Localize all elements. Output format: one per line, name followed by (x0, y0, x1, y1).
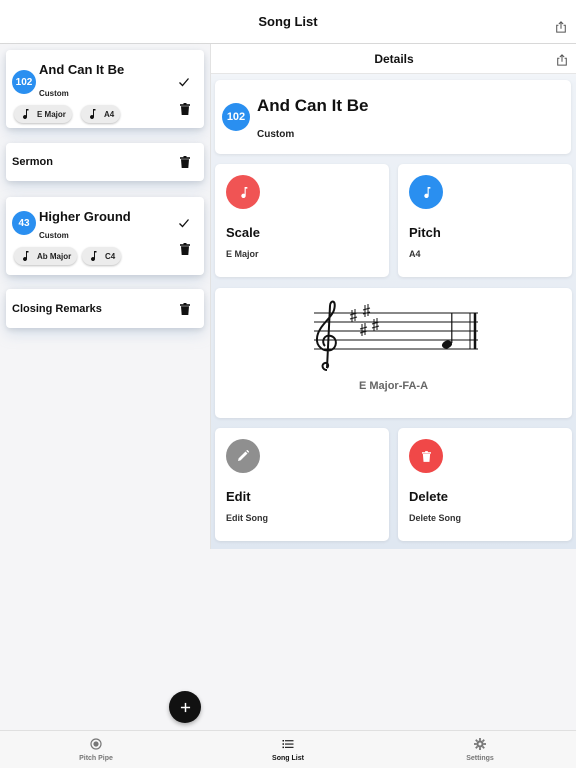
add-song-button[interactable] (169, 691, 201, 723)
music-note-icon (91, 251, 97, 261)
delete-tile[interactable]: Delete Delete Song (398, 428, 572, 541)
scale-chip[interactable]: E Major (14, 105, 72, 123)
song-title: Higher Ground (39, 209, 131, 224)
music-staff-panel: E Major-FA-A (215, 288, 572, 418)
delete-song-icon[interactable] (180, 103, 190, 115)
pitch-chip[interactable]: C4 (82, 247, 122, 265)
music-staff (314, 300, 478, 371)
music-note-icon (23, 109, 29, 119)
delete-song-icon[interactable] (180, 156, 190, 168)
scale-value: E Major (226, 249, 259, 259)
music-note-icon (23, 251, 29, 261)
tab-pitch-pipe[interactable]: Pitch Pipe (46, 731, 146, 768)
record-icon (90, 738, 102, 750)
share-button[interactable] (554, 20, 568, 34)
pitch-tile[interactable]: Pitch A4 (398, 164, 572, 277)
delete-sub: Delete Song (409, 513, 462, 523)
tab-bar: Pitch Pipe Song List Settings (0, 730, 576, 768)
scale-label: Scale (226, 225, 260, 240)
music-note-icon (240, 186, 247, 198)
share-icon (557, 54, 567, 66)
pitch-value: A4 (409, 249, 421, 259)
top-navigation-bar: Song List (0, 0, 576, 44)
scale-chip[interactable]: Ab Major (14, 247, 78, 265)
chip-label: A4 (104, 109, 115, 119)
details-share-button[interactable] (555, 53, 569, 67)
delete-label: Delete (409, 489, 449, 504)
details-title: Details (374, 51, 414, 66)
delete-song-icon[interactable] (180, 243, 190, 255)
song-type: Custom (39, 89, 69, 98)
song-summary-panel: 102 And Can It Be Custom (215, 80, 571, 154)
edit-icon-circle (226, 439, 260, 473)
pitch-icon-circle (409, 175, 443, 209)
tab-settings[interactable]: Settings (430, 731, 530, 768)
page-title: Song List (258, 14, 318, 29)
edit-tile[interactable]: Edit Edit Song (215, 428, 389, 541)
delete-song-icon[interactable] (180, 303, 190, 315)
checkmark-icon[interactable] (178, 76, 190, 88)
staff-caption: E Major-FA-A (358, 380, 429, 392)
details-header: Details (211, 44, 576, 74)
gear-icon (474, 738, 486, 750)
edit-sub: Edit Song (226, 513, 268, 523)
share-icon (556, 21, 566, 33)
tab-label: Settings (466, 755, 494, 762)
chip-label: E Major (37, 109, 66, 119)
delete-icon-circle (409, 439, 443, 473)
chip-label: C4 (105, 251, 116, 261)
pencil-icon (238, 450, 249, 461)
song-title: Closing Remarks (12, 303, 102, 315)
song-number-badge: 102 (222, 103, 250, 131)
song-title: Sermon (12, 156, 53, 168)
tab-label: Song List (272, 755, 304, 762)
song-title: And Can It Be (39, 62, 125, 77)
pitch-chip[interactable]: A4 (81, 105, 121, 123)
chip-label: Ab Major (37, 251, 72, 261)
song-number-badge: 102 (12, 70, 36, 94)
song-type: Custom (257, 129, 295, 140)
song-type: Custom (39, 231, 69, 240)
song-card-and-can-it-be[interactable]: 102 And Can It Be Custom E Major A4 (6, 50, 204, 128)
song-list: 102 And Can It Be Custom E Major A4 Serm… (0, 44, 210, 730)
scale-tile[interactable]: Scale E Major (215, 164, 389, 277)
treble-clef-icon (315, 300, 337, 371)
tab-label: Pitch Pipe (79, 755, 113, 762)
song-title: And Can It Be (257, 96, 369, 115)
scale-icon-circle (226, 175, 260, 209)
song-number-badge: 43 (12, 211, 36, 235)
list-icon (282, 740, 294, 749)
trash-icon (421, 450, 431, 462)
music-note-icon (90, 109, 96, 119)
tab-song-list[interactable]: Song List (238, 731, 338, 768)
edit-label: Edit (226, 489, 251, 504)
details-pane: Details 102 And Can It Be Custom Scale E… (210, 44, 576, 549)
music-note-icon (423, 186, 430, 198)
song-card-closing-remarks[interactable]: Closing Remarks (6, 289, 204, 328)
song-card-sermon[interactable]: Sermon (6, 143, 204, 181)
pitch-label: Pitch (409, 225, 441, 240)
plus-icon (180, 702, 190, 712)
checkmark-icon[interactable] (178, 217, 190, 229)
song-card-higher-ground[interactable]: 43 Higher Ground Custom Ab Major C4 (6, 197, 204, 275)
